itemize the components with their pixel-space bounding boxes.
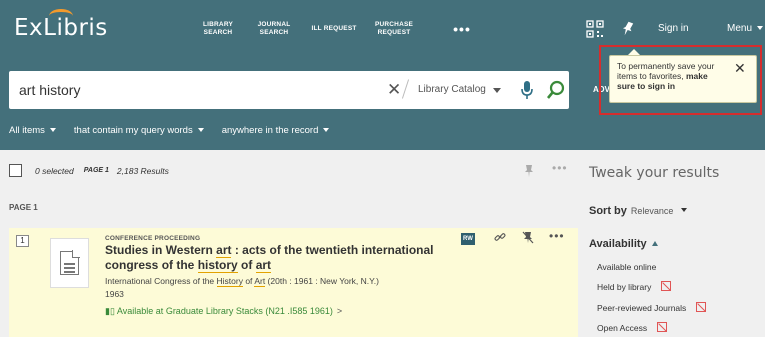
sign-in-link[interactable]: Sign in (658, 23, 689, 34)
sort-value: Relevance (630, 206, 674, 216)
rw-badge[interactable]: RW (461, 233, 475, 245)
results-header: 0 selected PAGE 1 2,183 Results (9, 164, 179, 177)
chevron-down-icon (757, 26, 764, 30)
results-count: 2,183 Results (116, 165, 169, 176)
more-actions-icon[interactable]: ••• (552, 161, 568, 175)
nav-more-button[interactable]: ••• (442, 0, 482, 58)
selected-count: 0 selected (35, 165, 74, 176)
nav-library-search[interactable]: LIBRARY SEARCH (194, 0, 242, 58)
tweak-heading: Tweak your results (589, 165, 720, 181)
record-title-link[interactable]: Studies in Western art : acts of the twe… (105, 243, 475, 273)
record-type: CONFERENCE PROCEEDING (105, 235, 201, 242)
search-box: ✕ Library Catalog (9, 71, 569, 109)
highlight-annotation (599, 45, 762, 115)
filter-record-field[interactable]: anywhere in the record (222, 125, 330, 136)
pin-all-icon[interactable] (524, 164, 534, 178)
record-year: 1963 (105, 289, 124, 299)
facet-held-by-library[interactable]: Held by library (597, 281, 672, 292)
exclude-icon[interactable] (661, 281, 672, 291)
filter-all-items[interactable]: All items (9, 125, 56, 136)
pin-icon[interactable] (619, 20, 637, 38)
book-icon: ▮▯ (105, 306, 117, 316)
search-filters: All items that contain my query words an… (9, 125, 347, 136)
chevron-right-icon: > (336, 306, 343, 316)
menu-button[interactable]: Menu (727, 23, 764, 34)
page-label: PAGE 1 (9, 203, 38, 212)
search-input[interactable] (19, 71, 379, 109)
nav-journal-search[interactable]: JOURNAL SEARCH (250, 0, 298, 58)
sort-by-select[interactable]: Sort by Relevance (589, 205, 688, 217)
results-panel: 0 selected PAGE 1 2,183 Results ••• PAGE… (0, 150, 578, 337)
clear-search-icon[interactable]: ✕ (387, 80, 401, 100)
scope-dropdown-icon[interactable] (493, 88, 501, 93)
facet-available-online[interactable]: Available online (597, 262, 656, 272)
search-icon[interactable] (546, 80, 566, 100)
chevron-down-icon (681, 208, 688, 212)
record-more-icon[interactable]: ••• (549, 229, 565, 243)
result-card[interactable]: 1 CONFERENCE PROCEEDING Studies in Weste… (9, 228, 578, 337)
availability-facet-toggle[interactable]: Availability (589, 238, 658, 250)
exlibris-logo[interactable]: ExLibris (14, 9, 108, 41)
record-author: International Congress of the History of… (105, 276, 379, 287)
filter-query-words[interactable]: that contain my query words (74, 125, 204, 136)
exclude-icon[interactable] (696, 302, 707, 312)
microphone-icon[interactable] (520, 80, 534, 100)
facet-peer-reviewed[interactable]: Peer-reviewed Journals (597, 302, 707, 313)
chevron-up-icon (651, 241, 658, 246)
location-text: Graduate Library Stacks (N21 .I585 1961) (165, 306, 333, 316)
result-number: 1 (16, 235, 29, 247)
logo-arc (49, 9, 73, 23)
exclude-icon[interactable] (657, 322, 668, 332)
divider (401, 79, 410, 99)
document-thumbnail[interactable] (50, 238, 89, 288)
search-scope-select[interactable]: Library Catalog (418, 84, 486, 95)
qr-code-icon[interactable] (586, 20, 604, 38)
link-icon[interactable] (494, 231, 506, 243)
nav-purchase-request[interactable]: PURCHASE REQUEST (369, 0, 419, 58)
facets-panel: Tweak your results Sort by Relevance Avai… (578, 150, 765, 337)
nav-ill-request[interactable]: ILL REQUEST (306, 0, 362, 58)
select-all-checkbox[interactable] (9, 164, 22, 177)
unpin-icon[interactable] (522, 231, 534, 244)
availability-link[interactable]: ▮▯ Available at Graduate Library Stacks … (105, 306, 342, 317)
facet-open-access[interactable]: Open Access (597, 322, 668, 333)
page-indicator: PAGE 1 (83, 167, 109, 174)
